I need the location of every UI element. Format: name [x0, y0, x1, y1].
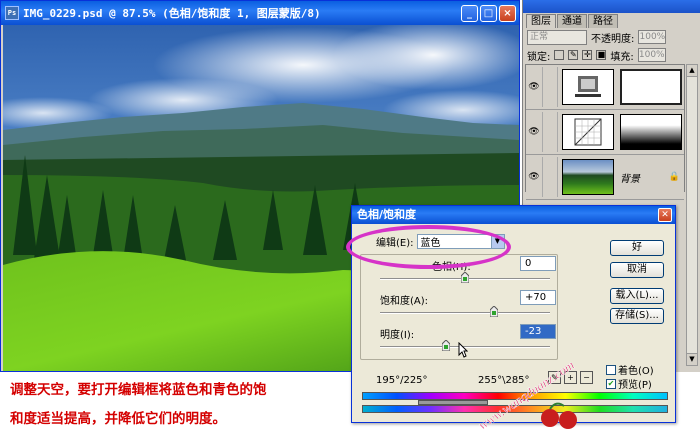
- range-right-label: 255°\285°: [478, 375, 530, 386]
- scroll-up-icon[interactable]: ▲: [687, 65, 697, 77]
- preview-row: ✔ 预览(P): [606, 376, 652, 391]
- curves-thumbnail: [562, 114, 614, 150]
- document-title: IMG_0229.psd @ 87.5% (色相/饱和度 1, 图层蒙版/8): [23, 7, 321, 20]
- lock-row: 锁定: ✎ ✛ ■ 填充: 100%: [523, 46, 700, 64]
- hue-spectrum-top: [362, 392, 668, 400]
- chevron-down-icon[interactable]: ▼: [490, 235, 504, 248]
- saturation-slider-track[interactable]: [380, 312, 550, 314]
- edit-channel-select[interactable]: 蓝色 ▼: [416, 234, 505, 249]
- edit-channel-value: 蓝色: [420, 238, 441, 249]
- lightness-slider-handle[interactable]: [442, 340, 451, 351]
- dialog-title-bar[interactable]: 色相/饱和度 ✕: [352, 206, 675, 224]
- eyedropper-minus-icon[interactable]: −: [580, 371, 593, 384]
- lock-brush-icon[interactable]: ✎: [568, 50, 579, 60]
- colorize-row: 着色(O): [606, 362, 654, 377]
- mouse-cursor-icon: [458, 342, 468, 358]
- eye-icon[interactable]: 👁: [526, 172, 542, 182]
- minimize-button[interactable]: _: [461, 4, 478, 22]
- tutorial-caption: 调整天空，要打开编辑框将蓝色和青色的饱 和度适当提高，并降低它们的明度。: [10, 376, 267, 434]
- blend-row: 正常 不透明度: 100%: [523, 28, 700, 46]
- hue-input[interactable]: 0: [520, 256, 556, 271]
- lock-label: 锁定:: [527, 51, 551, 63]
- blend-mode-select[interactable]: 正常: [527, 29, 587, 45]
- scroll-down-icon[interactable]: ▼: [687, 353, 697, 365]
- range-left-label: 195°/225°: [376, 375, 428, 386]
- tab-layers[interactable]: 图层: [526, 14, 556, 28]
- hue-saturation-dialog: 色相/饱和度 ✕ 编辑(E): 蓝色 ▼ 色相(H): 0 饱和度(A): +7…: [351, 205, 676, 423]
- opacity-input[interactable]: 100%: [638, 30, 667, 44]
- layers-scrollbar[interactable]: ▲ ▼: [686, 64, 698, 366]
- gradient-mask-thumbnail[interactable]: [620, 114, 682, 150]
- fill-input[interactable]: 100%: [637, 48, 666, 62]
- layer-link-column[interactable]: [542, 67, 558, 107]
- hue-slider-handle[interactable]: [461, 272, 469, 283]
- hue-range-handle[interactable]: [418, 400, 488, 405]
- close-button[interactable]: ×: [499, 4, 516, 22]
- colorize-label: 着色(O): [618, 366, 654, 377]
- preview-label: 预览(P): [618, 380, 652, 391]
- save-button[interactable]: 存储(S)...: [610, 308, 664, 324]
- adjustment-thumbnail: [562, 69, 614, 105]
- eyedropper-plus-icon[interactable]: +: [564, 371, 577, 384]
- load-button[interactable]: 载入(L)...: [610, 288, 664, 304]
- layer-link-column[interactable]: [542, 157, 558, 197]
- ok-button[interactable]: 好: [610, 240, 664, 256]
- photoshop-icon: Ps: [5, 6, 19, 20]
- eyedropper-icon[interactable]: ✎: [548, 371, 561, 384]
- layer-row-background[interactable]: 👁 背景 🔒: [526, 155, 684, 200]
- eye-icon[interactable]: 👁: [526, 127, 542, 137]
- edit-row: 编辑(E): 蓝色 ▼: [376, 234, 505, 249]
- maximize-button[interactable]: □: [480, 4, 497, 22]
- dialog-close-button[interactable]: ✕: [658, 208, 672, 222]
- layer-row-adjustment-2[interactable]: 👁: [526, 110, 684, 155]
- hue-spectrum-bottom: [362, 405, 668, 413]
- layer-mask-thumbnail[interactable]: [620, 69, 682, 105]
- caption-line-1: 调整天空，要打开编辑框将蓝色和青色的饱: [10, 382, 267, 398]
- lock-move-icon[interactable]: ✛: [582, 50, 593, 60]
- lock-all-icon[interactable]: ■: [596, 50, 607, 60]
- palette-header[interactable]: [523, 0, 700, 13]
- layer-name: 背景: [620, 173, 640, 185]
- colorize-checkbox[interactable]: [606, 364, 616, 375]
- preview-checkbox[interactable]: ✔: [606, 378, 616, 389]
- dialog-title: 色相/饱和度: [357, 208, 417, 221]
- lightness-label: 明度(I):: [380, 330, 415, 341]
- cancel-button[interactable]: 取消: [610, 262, 664, 278]
- hue-label: 色相(H):: [432, 262, 471, 273]
- lock-icon: 🔒: [668, 172, 680, 182]
- layer-link-column[interactable]: [542, 112, 558, 152]
- lightness-input[interactable]: -23: [520, 324, 556, 339]
- opacity-label: 不透明度:: [591, 33, 635, 45]
- saturation-label: 饱和度(A):: [380, 296, 429, 307]
- tab-paths[interactable]: 路径: [588, 14, 618, 28]
- lock-transparent-icon[interactable]: [554, 50, 565, 60]
- saturation-slider-handle[interactable]: [489, 306, 498, 317]
- palette-tabs: 图层 通道 路径: [523, 13, 700, 28]
- eye-icon[interactable]: 👁: [526, 82, 542, 92]
- layer-list: 👁 👁 👁 背景 🔒: [525, 64, 685, 200]
- edit-label: 编辑(E):: [376, 238, 414, 249]
- fill-label: 填充:: [610, 51, 634, 63]
- document-title-bar[interactable]: Ps IMG_0229.psd @ 87.5% (色相/饱和度 1, 图层蒙版/…: [1, 1, 519, 25]
- tab-channels[interactable]: 通道: [557, 14, 587, 28]
- background-thumbnail: [562, 159, 614, 195]
- saturation-input[interactable]: +70: [520, 290, 556, 305]
- caption-line-2: 和度适当提高，并降低它们的明度。: [10, 411, 226, 427]
- layer-row-adjustment-1[interactable]: 👁: [526, 65, 684, 110]
